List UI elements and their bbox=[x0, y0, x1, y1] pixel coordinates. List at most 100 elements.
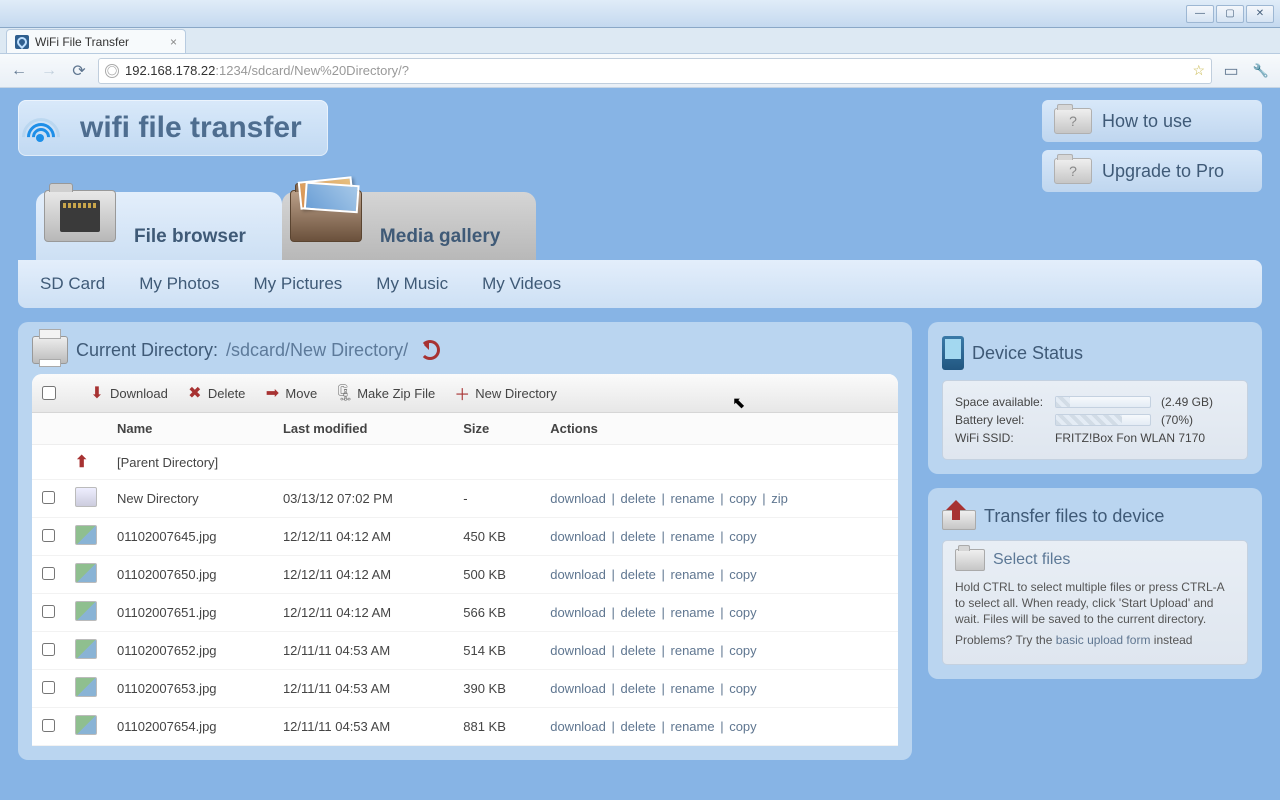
tab-close-icon[interactable]: × bbox=[170, 35, 177, 49]
row-checkbox[interactable] bbox=[42, 605, 55, 618]
device-status-title: Device Status bbox=[972, 343, 1083, 364]
forward-button[interactable]: → bbox=[38, 60, 60, 82]
action-delete[interactable]: delete bbox=[620, 643, 655, 658]
subnav-my-videos[interactable]: My Videos bbox=[482, 274, 561, 294]
maximize-button[interactable]: ▢ bbox=[1216, 5, 1244, 23]
ssid-value: FRITZ!Box Fon WLAN 7170 bbox=[1055, 431, 1205, 445]
action-download[interactable]: download bbox=[550, 643, 606, 658]
row-checkbox[interactable] bbox=[42, 681, 55, 694]
image-icon bbox=[75, 525, 97, 545]
row-checkbox[interactable] bbox=[42, 529, 55, 542]
action-copy[interactable]: copy bbox=[729, 605, 756, 620]
select-files-title[interactable]: Select files bbox=[993, 551, 1070, 569]
close-button[interactable]: ✕ bbox=[1246, 5, 1274, 23]
file-name[interactable]: 01102007652.jpg bbox=[107, 632, 273, 670]
action-zip[interactable]: zip bbox=[771, 491, 788, 506]
subnav-my-photos[interactable]: My Photos bbox=[139, 274, 219, 294]
table-row[interactable]: 01102007651.jpg12/12/11 04:12 AM566 KBdo… bbox=[32, 594, 898, 632]
new-dir-icon: ＋ bbox=[453, 384, 471, 402]
select-all-checkbox[interactable] bbox=[42, 386, 56, 400]
table-row[interactable]: 01102007653.jpg12/11/11 04:53 AM390 KBdo… bbox=[32, 670, 898, 708]
new-directory-button[interactable]: ＋New Directory bbox=[447, 382, 563, 404]
bookmark-star-icon[interactable]: ☆ bbox=[1192, 62, 1205, 79]
action-copy[interactable]: copy bbox=[729, 681, 756, 696]
action-delete[interactable]: delete bbox=[620, 567, 655, 582]
file-name[interactable]: 01102007653.jpg bbox=[107, 670, 273, 708]
action-download[interactable]: download bbox=[550, 681, 606, 696]
col-name[interactable]: Name bbox=[107, 413, 273, 445]
action-copy[interactable]: copy bbox=[729, 567, 756, 582]
action-rename[interactable]: rename bbox=[671, 643, 715, 658]
file-name[interactable]: 01102007654.jpg bbox=[107, 708, 273, 746]
directory-icon bbox=[32, 336, 68, 364]
how-to-use-button[interactable]: ? How to use bbox=[1042, 100, 1262, 142]
action-rename[interactable]: rename bbox=[671, 529, 715, 544]
col-modified[interactable]: Last modified bbox=[273, 413, 453, 445]
action-rename[interactable]: rename bbox=[671, 681, 715, 696]
action-copy[interactable]: copy bbox=[729, 719, 756, 734]
reload-button[interactable]: ⟳ bbox=[68, 60, 90, 82]
action-copy[interactable]: copy bbox=[729, 491, 756, 506]
file-name[interactable]: 01102007651.jpg bbox=[107, 594, 273, 632]
table-row[interactable]: New Directory03/13/12 07:02 PM-download … bbox=[32, 480, 898, 518]
table-row[interactable]: 01102007650.jpg12/12/11 04:12 AM500 KBdo… bbox=[32, 556, 898, 594]
tab-file-browser[interactable]: File browser bbox=[36, 192, 282, 260]
action-delete[interactable]: delete bbox=[620, 491, 655, 506]
subnav-my-music[interactable]: My Music bbox=[376, 274, 448, 294]
table-row[interactable]: 01102007645.jpg12/12/11 04:12 AM450 KBdo… bbox=[32, 518, 898, 556]
file-name[interactable]: New Directory bbox=[107, 480, 273, 518]
subnav-my-pictures[interactable]: My Pictures bbox=[254, 274, 343, 294]
browser-tab[interactable]: WiFi File Transfer × bbox=[6, 29, 186, 53]
panel-toggle-icon[interactable]: ▭ bbox=[1220, 60, 1242, 82]
file-actions: download | delete | rename | copy bbox=[540, 594, 898, 632]
basic-upload-link[interactable]: basic upload form bbox=[1056, 633, 1151, 647]
url-bar[interactable]: ◯ 192.168.178.22:1234/sdcard/New%20Direc… bbox=[98, 58, 1212, 84]
refresh-icon[interactable] bbox=[420, 340, 440, 360]
action-rename[interactable]: rename bbox=[671, 567, 715, 582]
row-checkbox[interactable] bbox=[42, 567, 55, 580]
col-size[interactable]: Size bbox=[453, 413, 540, 445]
parent-directory-row[interactable]: ⬆ [Parent Directory] bbox=[32, 445, 898, 480]
back-button[interactable]: ← bbox=[8, 60, 30, 82]
tab-media-gallery[interactable]: Media gallery bbox=[282, 192, 536, 260]
app-title: wifi file transfer bbox=[80, 111, 302, 145]
delete-icon: ✖ bbox=[186, 384, 204, 402]
action-delete[interactable]: delete bbox=[620, 605, 655, 620]
row-checkbox[interactable] bbox=[42, 643, 55, 656]
action-delete[interactable]: delete bbox=[620, 529, 655, 544]
action-delete[interactable]: delete bbox=[620, 681, 655, 696]
download-button[interactable]: ⬇Download bbox=[82, 382, 174, 404]
action-rename[interactable]: rename bbox=[671, 605, 715, 620]
upload-icon bbox=[942, 502, 976, 530]
file-name[interactable]: 01102007645.jpg bbox=[107, 518, 273, 556]
how-to-use-label: How to use bbox=[1102, 111, 1192, 132]
action-rename[interactable]: rename bbox=[671, 491, 715, 506]
action-download[interactable]: download bbox=[550, 529, 606, 544]
action-download[interactable]: download bbox=[550, 491, 606, 506]
file-browser-panel: Current Directory: /sdcard/New Directory… bbox=[18, 322, 912, 760]
table-row[interactable]: 01102007652.jpg12/11/11 04:53 AM514 KBdo… bbox=[32, 632, 898, 670]
ssid-label: WiFi SSID: bbox=[955, 431, 1055, 445]
wrench-icon[interactable]: 🔧 bbox=[1250, 60, 1272, 82]
action-copy[interactable]: copy bbox=[729, 529, 756, 544]
subnav-sd-card[interactable]: SD Card bbox=[40, 274, 105, 294]
row-checkbox[interactable] bbox=[42, 491, 55, 504]
minimize-button[interactable]: — bbox=[1186, 5, 1214, 23]
space-label: Space available: bbox=[955, 395, 1055, 409]
table-row[interactable]: 01102007654.jpg12/11/11 04:53 AM881 KBdo… bbox=[32, 708, 898, 746]
upgrade-button[interactable]: ? Upgrade to Pro bbox=[1042, 150, 1262, 192]
action-download[interactable]: download bbox=[550, 567, 606, 582]
action-copy[interactable]: copy bbox=[729, 643, 756, 658]
action-download[interactable]: download bbox=[550, 719, 606, 734]
delete-button[interactable]: ✖Delete bbox=[180, 382, 252, 404]
action-download[interactable]: download bbox=[550, 605, 606, 620]
row-checkbox[interactable] bbox=[42, 719, 55, 732]
file-name[interactable]: 01102007650.jpg bbox=[107, 556, 273, 594]
file-actions: download | delete | rename | copy bbox=[540, 518, 898, 556]
file-list-panel: ⬇Download ✖Delete ➡Move 🗜Make Zip File ＋… bbox=[32, 374, 898, 746]
action-delete[interactable]: delete bbox=[620, 719, 655, 734]
move-button[interactable]: ➡Move bbox=[257, 382, 323, 404]
action-rename[interactable]: rename bbox=[671, 719, 715, 734]
zip-button[interactable]: 🗜Make Zip File bbox=[329, 382, 441, 404]
file-actions: download | delete | rename | copy bbox=[540, 670, 898, 708]
